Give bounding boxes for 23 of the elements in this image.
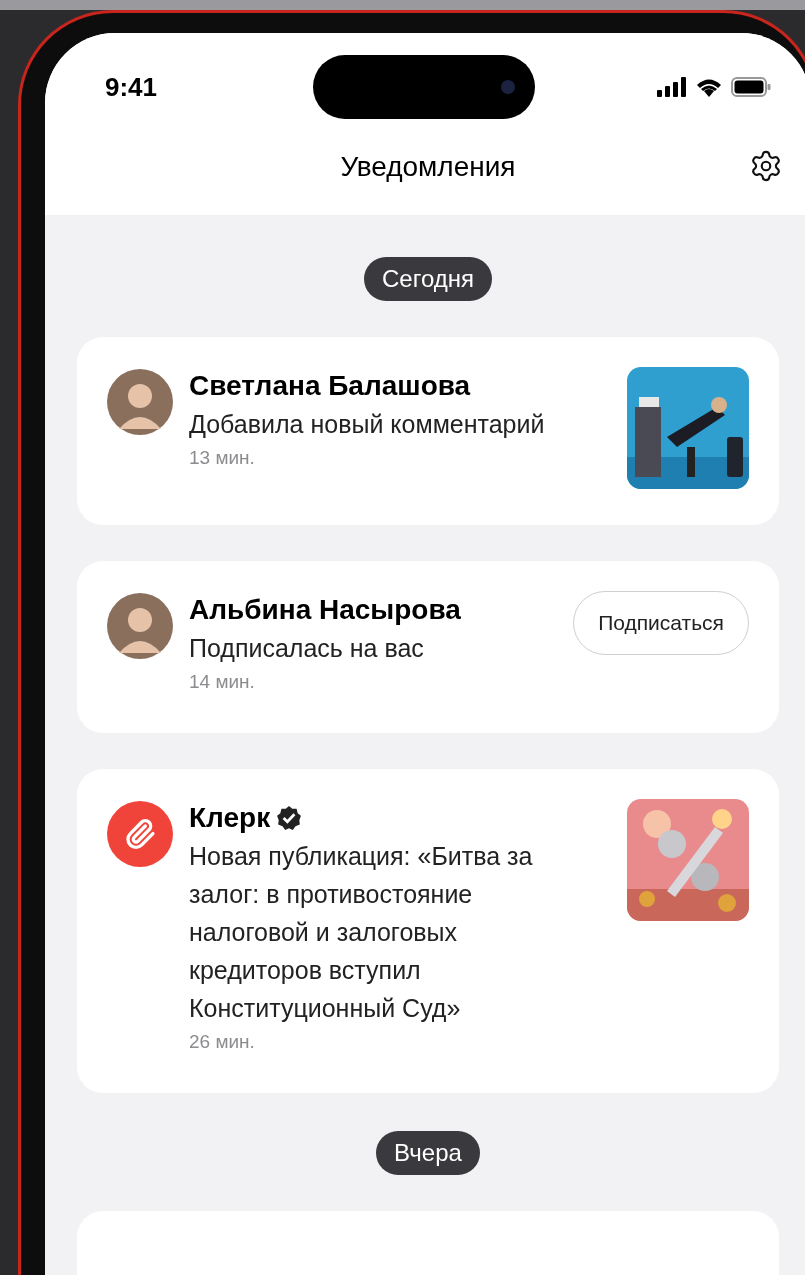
signal-icon xyxy=(657,77,687,97)
settings-icon[interactable] xyxy=(749,149,783,183)
notification-text: Подписалась на вас xyxy=(189,633,425,664)
notification-text: Новая публикация: «Битва за залог: в противостояние налоговой и залоговых кредиторов вступил Конституционный Суд» xyxy=(189,841,534,1024)
notification-card[interactable]: Клерк Новая публикация: «Битва за залог: в противостояние налоговой и залоговых кредиторов вступил Конституционный Суд» 26 мин. xyxy=(77,769,779,1093)
avatar xyxy=(107,369,173,435)
header-title: Уведомления xyxy=(340,150,516,184)
sender-name: Светлана Балашова xyxy=(189,369,471,403)
status-time: 9:41 xyxy=(105,70,158,104)
avatar xyxy=(107,593,173,659)
notification-time: 13 мин. xyxy=(189,446,256,470)
wifi-icon xyxy=(695,77,723,97)
notification-card[interactable]: Альбина Насырова Подписалась на вас 14 мин. Подписаться xyxy=(77,561,779,733)
notification-card[interactable]: Светлана Балашова Добавила новый комментарий 13 мин. xyxy=(77,337,779,525)
notification-text: Добавила новый комментарий xyxy=(189,409,546,440)
sender-name: Клерк xyxy=(189,801,271,835)
date-chip: Сегодня xyxy=(364,257,492,301)
notification-time: 14 мин. xyxy=(189,670,256,694)
battery-icon xyxy=(731,77,771,97)
subscribe-button[interactable]: Подписаться xyxy=(573,591,749,655)
sender-name: Альбина Насырова xyxy=(189,593,461,627)
date-chip: Вчера xyxy=(376,1131,480,1175)
notification-time: 26 мин. xyxy=(189,1030,256,1054)
